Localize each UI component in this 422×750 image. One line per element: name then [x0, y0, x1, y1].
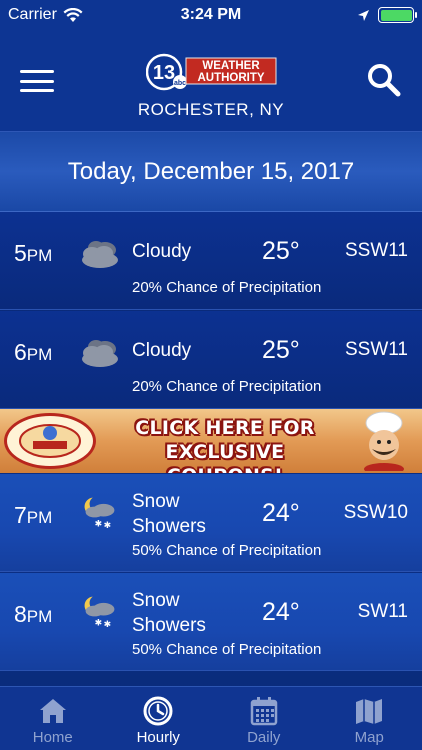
- hourly-row[interactable]: 6PM Cloudy 25° SSW11 20% Chance of Preci…: [0, 311, 422, 409]
- carrier-label: Carrier: [8, 6, 57, 23]
- hour-ampm: PM: [26, 345, 53, 364]
- logo-channel: 13: [153, 62, 175, 84]
- pizzeria-logo: [4, 413, 96, 469]
- hour-wind: SSW10: [343, 502, 408, 523]
- hour-wind: SW11: [357, 601, 408, 622]
- menu-icon-line: [20, 79, 54, 83]
- status-left: Carrier: [8, 6, 83, 24]
- cloudy-icon: [82, 340, 118, 367]
- hour-precip: 20% Chance of Precipitation: [132, 378, 322, 395]
- menu-button[interactable]: [18, 66, 56, 96]
- tab-bar: Home Hourly Daily Map: [0, 686, 422, 750]
- app-header: 13 abc WEATHER AUTHORITY ROCHESTER, NY: [0, 30, 422, 132]
- snow-showers-night-icon: ✱ ✱: [84, 596, 115, 629]
- tab-map[interactable]: Map: [317, 687, 422, 750]
- ad-text: CLICK HERE FOR EXCLUSIVE COUPONS!: [110, 416, 340, 473]
- svg-text:✱: ✱: [95, 519, 103, 529]
- tab-label: Hourly: [136, 729, 180, 746]
- hour-temp: 25°: [262, 336, 300, 364]
- hour-time: 7PM: [14, 502, 52, 529]
- svg-text:✱: ✱: [104, 521, 112, 530]
- tab-label: Map: [354, 729, 384, 746]
- search-button[interactable]: [364, 60, 404, 100]
- hour-precip: 50% Chance of Precipitation: [132, 542, 322, 559]
- ad-line1: CLICK HERE FOR: [135, 417, 315, 439]
- map-icon: [356, 699, 383, 724]
- ad-line2: EXCLUSIVE COUPONS!: [165, 441, 285, 473]
- tab-home[interactable]: Home: [0, 687, 106, 750]
- hour-number: 6: [14, 339, 27, 365]
- hour-number: 5: [14, 240, 27, 266]
- hourly-row[interactable]: 7PM ✱ ✱ Snow Showers 24° SSW10 50% Chanc…: [0, 474, 422, 572]
- hour-wind: SSW11: [344, 240, 408, 261]
- menu-icon-line: [20, 70, 54, 73]
- hour-condition: Cloudy: [132, 241, 192, 262]
- hour-wind: SSW11: [344, 339, 408, 360]
- hourly-row[interactable]: 8PM ✱ ✱ Snow Showers 24° SW11 50% Chance…: [0, 573, 422, 671]
- hourly-screen: Carrier 3:24 PM 13 abc WEATHER AUTHORITY…: [0, 0, 422, 750]
- hour-temp: 24°: [262, 598, 300, 626]
- hour-condition-line2: Showers: [132, 615, 206, 636]
- location-label[interactable]: ROCHESTER, NY: [0, 100, 422, 120]
- hour-time: 6PM: [14, 339, 52, 366]
- hour-ampm: PM: [26, 246, 53, 265]
- home-icon: [39, 699, 66, 723]
- logo-line2: AUTHORITY: [197, 72, 264, 84]
- status-right: [357, 7, 417, 23]
- hour-precip: 50% Chance of Precipitation: [132, 641, 322, 658]
- hour-time: 5PM: [14, 240, 52, 267]
- hourly-row[interactable]: 5PM Cloudy 25° SSW11 20% Chance of Preci…: [0, 212, 422, 310]
- hour-condition-line1: Snow: [132, 590, 180, 611]
- weather-authority-logo: 13 abc WEATHER AUTHORITY: [146, 53, 277, 91]
- coupon-ad-banner[interactable]: CLICK HERE FOR EXCLUSIVE COUPONS!: [0, 409, 422, 473]
- cloudy-icon: [82, 241, 118, 268]
- svg-text:✱: ✱: [104, 620, 112, 629]
- snow-showers-night-icon: ✱ ✱: [84, 497, 115, 530]
- hour-ampm: PM: [26, 508, 53, 527]
- wifi-icon: [63, 7, 83, 22]
- logo-line1: WEATHER: [202, 60, 260, 72]
- hour-condition-line2: Showers: [132, 516, 206, 537]
- tab-hourly[interactable]: Hourly: [106, 687, 212, 750]
- hour-precip: 20% Chance of Precipitation: [132, 279, 322, 296]
- tab-label: Home: [32, 729, 73, 746]
- hour-time: 8PM: [14, 601, 52, 628]
- hour-condition-line1: Snow: [132, 491, 180, 512]
- menu-icon-line: [20, 89, 54, 92]
- chef-mascot-icon: [364, 411, 404, 471]
- hour-temp: 25°: [262, 237, 300, 265]
- clock-icon: [143, 696, 173, 726]
- location-arrow-icon: [358, 9, 369, 21]
- status-bar: Carrier 3:24 PM: [0, 0, 422, 30]
- tab-daily[interactable]: Daily: [211, 687, 317, 750]
- pizzeria-logo-art: [19, 424, 81, 458]
- calendar-icon: [250, 697, 277, 726]
- hour-condition: Cloudy: [132, 340, 192, 361]
- hour-ampm: PM: [26, 607, 53, 626]
- battery-icon: [378, 7, 417, 23]
- logo-network: abc: [174, 80, 186, 87]
- hour-condition: Snow Showers: [132, 489, 206, 539]
- tab-label: Daily: [247, 729, 281, 746]
- hour-number: 8: [14, 601, 27, 627]
- svg-text:✱: ✱: [95, 618, 103, 628]
- battery-fill: [380, 9, 412, 21]
- hour-number: 7: [14, 502, 27, 528]
- date-header: Today, December 15, 2017: [0, 132, 422, 212]
- hour-condition: Snow Showers: [132, 588, 206, 638]
- hour-temp: 24°: [262, 499, 300, 527]
